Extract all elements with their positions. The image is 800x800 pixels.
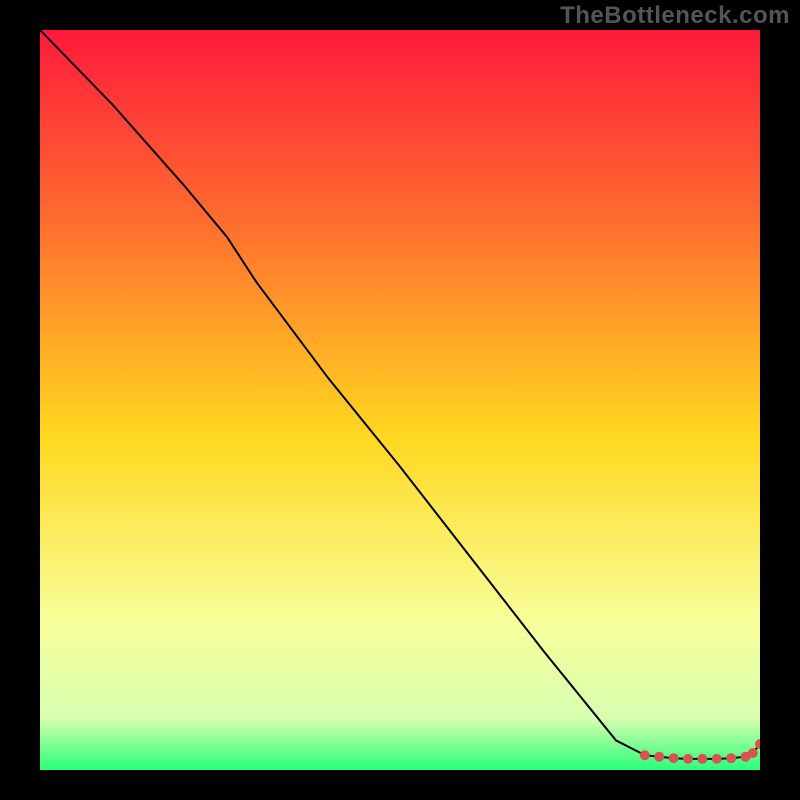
marker-point xyxy=(712,754,722,764)
marker-point xyxy=(669,753,679,763)
gradient-background xyxy=(40,30,760,770)
plot-area xyxy=(40,30,760,770)
chart-svg xyxy=(40,30,760,770)
marker-point xyxy=(683,754,693,764)
marker-point xyxy=(697,754,707,764)
marker-point xyxy=(726,753,736,763)
marker-point xyxy=(640,750,650,760)
watermark-text: TheBottleneck.com xyxy=(560,2,790,30)
marker-point xyxy=(654,752,664,762)
chart-container: TheBottleneck.com xyxy=(0,0,800,800)
marker-point xyxy=(748,748,758,758)
